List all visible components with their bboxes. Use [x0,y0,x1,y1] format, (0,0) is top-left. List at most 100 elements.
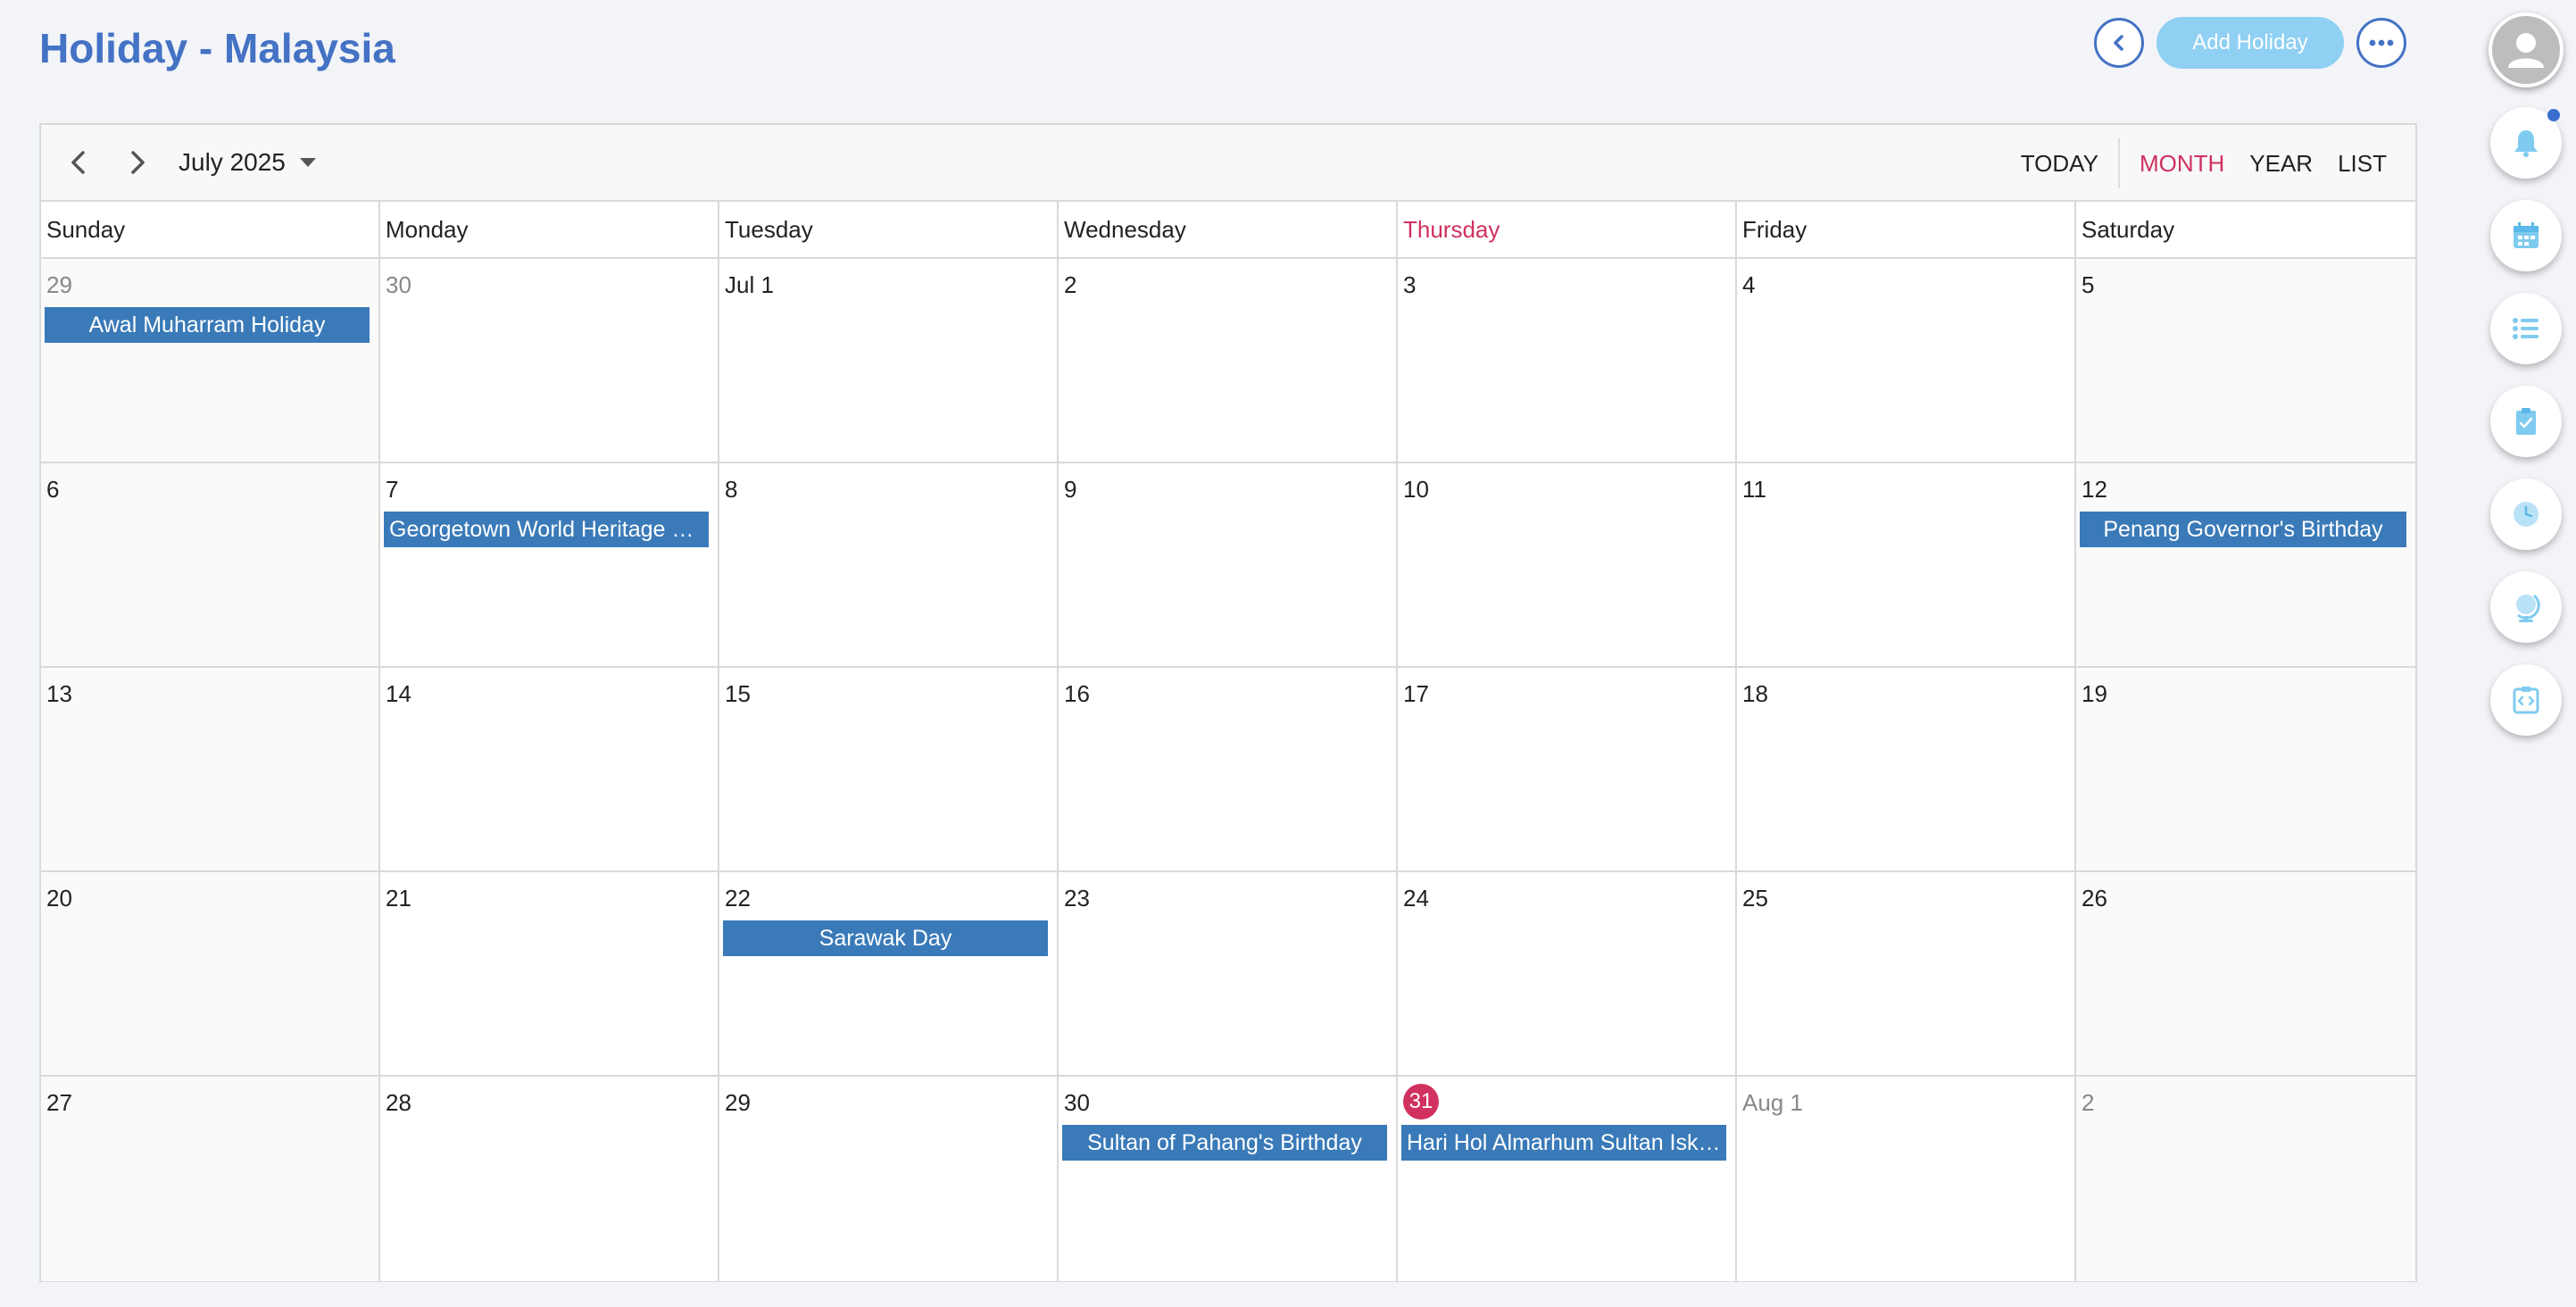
holiday-event[interactable]: Penang Governor's Birthday [2080,512,2406,547]
holiday-event-title: Sultan of Pahang's Birthday [1087,1129,1362,1155]
day-cell[interactable]: 7 Georgetown World Heritage City Day [380,463,719,668]
next-month-button[interactable] [112,137,162,187]
date-number[interactable]: 30 [386,271,411,299]
holiday-event[interactable]: Sultan of Pahang's Birthday [1062,1125,1387,1161]
list-view-button[interactable]: LIST [2325,125,2399,202]
day-cell[interactable]: 11 [1737,463,2076,668]
day-cell[interactable]: 21 [380,872,719,1077]
day-cell[interactable]: 17 [1398,668,1737,872]
day-cell[interactable]: 20 [41,872,380,1077]
list-nav-button[interactable] [2490,293,2562,364]
day-cell[interactable]: 15 [719,668,1059,872]
holiday-event-title: Georgetown World Heritage City Day [389,516,703,542]
date-number[interactable]: 18 [1742,680,1768,708]
date-number[interactable]: 29 [46,271,72,299]
date-number[interactable]: 4 [1742,271,1755,299]
day-cell[interactable]: 29 Awal Muharram Holiday [41,259,380,463]
date-number[interactable]: 14 [386,680,411,708]
day-cell[interactable]: 3 [1398,259,1737,463]
globe-nav-button[interactable] [2490,571,2562,643]
day-cell[interactable]: 5 [2076,259,2415,463]
day-cell[interactable]: 10 [1398,463,1737,668]
date-number[interactable]: 23 [1064,885,1090,912]
day-cell[interactable]: 31 Hari Hol Almarhum Sultan Iskandar [1398,1077,1737,1281]
day-cell[interactable]: 19 [2076,668,2415,872]
day-cell[interactable]: 8 [719,463,1059,668]
day-cell[interactable]: 9 [1059,463,1398,668]
date-number[interactable]: 28 [386,1089,411,1117]
holiday-event[interactable]: Georgetown World Heritage City Day [384,512,709,547]
date-number[interactable]: 20 [46,885,72,912]
date-number[interactable]: 24 [1403,885,1429,912]
day-cell[interactable]: 23 [1059,872,1398,1077]
date-number[interactable]: 12 [2082,476,2107,504]
date-number[interactable]: 17 [1403,680,1429,708]
day-cell[interactable]: 26 [2076,872,2415,1077]
holiday-event[interactable]: Hari Hol Almarhum Sultan Iskandar [1401,1125,1726,1161]
day-cell[interactable]: 27 [41,1077,380,1281]
day-cell[interactable]: 30 Sultan of Pahang's Birthday [1059,1077,1398,1281]
date-number[interactable]: 27 [46,1089,72,1117]
holiday-event[interactable]: Sarawak Day [723,920,1048,956]
day-cell[interactable]: 22 Sarawak Day [719,872,1059,1077]
embed-nav-button[interactable] [2490,664,2562,736]
chevron-left-icon [2114,35,2123,51]
date-number[interactable]: 9 [1064,476,1076,504]
day-cell[interactable]: 30 [380,259,719,463]
date-number[interactable]: 16 [1064,680,1090,708]
day-cell[interactable]: 12 Penang Governor's Birthday [2076,463,2415,668]
month-picker[interactable]: July 2025 [179,148,316,177]
holiday-event[interactable]: Awal Muharram Holiday [45,307,370,343]
date-number[interactable]: 29 [725,1089,751,1117]
date-number[interactable]: 2 [2082,1089,2094,1117]
date-number[interactable]: 30 [1064,1089,1090,1117]
date-number[interactable]: 15 [725,680,751,708]
date-number[interactable]: 11 [1742,476,1766,504]
weekday-wednesday: Wednesday [1059,202,1398,257]
date-number[interactable]: Jul 1 [725,271,774,299]
date-number[interactable]: 22 [725,885,751,912]
day-cell[interactable]: 16 [1059,668,1398,872]
day-cell[interactable]: Jul 1 [719,259,1059,463]
calendar-nav-button[interactable] [2490,200,2562,271]
date-number[interactable]: 21 [386,885,411,912]
user-avatar[interactable] [2489,12,2564,87]
time-nav-button[interactable] [2490,479,2562,550]
prev-month-button[interactable] [54,137,104,187]
date-number[interactable]: 5 [2082,271,2094,299]
date-number[interactable]: 10 [1403,476,1429,504]
day-cell[interactable]: 14 [380,668,719,872]
day-cell[interactable]: 29 [719,1077,1059,1281]
today-button[interactable]: TODAY [2008,125,2111,202]
date-number[interactable]: 7 [386,476,398,504]
date-number[interactable]: 3 [1403,271,1416,299]
date-number[interactable]: 8 [725,476,737,504]
day-cell[interactable]: Aug 1 [1737,1077,2076,1281]
holiday-event-title: Penang Governor's Birthday [2103,516,2383,542]
year-view-button[interactable]: YEAR [2237,125,2325,202]
day-cell[interactable]: 2 [2076,1077,2415,1281]
back-button[interactable] [2094,18,2144,68]
day-cell[interactable]: 24 [1398,872,1737,1077]
date-number[interactable]: Aug 1 [1742,1089,1803,1117]
day-cell[interactable]: 13 [41,668,380,872]
today-date-number[interactable]: 31 [1403,1084,1439,1120]
day-cell[interactable]: 25 [1737,872,2076,1077]
chevron-right-icon [131,151,145,174]
tasks-nav-button[interactable] [2490,386,2562,457]
date-number[interactable]: 6 [46,476,59,504]
day-cell[interactable]: 28 [380,1077,719,1281]
add-holiday-button[interactable]: Add Holiday [2156,17,2344,69]
date-number[interactable]: 2 [1064,271,1076,299]
date-number[interactable]: 13 [46,680,72,708]
day-cell[interactable]: 4 [1737,259,2076,463]
date-number[interactable]: 25 [1742,885,1768,912]
more-button[interactable] [2356,18,2406,68]
date-number[interactable]: 19 [2082,680,2107,708]
month-view-button[interactable]: MONTH [2127,125,2237,202]
date-number[interactable]: 26 [2082,885,2107,912]
day-cell[interactable]: 6 [41,463,380,668]
notifications-button[interactable] [2490,107,2562,179]
day-cell[interactable]: 2 [1059,259,1398,463]
day-cell[interactable]: 18 [1737,668,2076,872]
